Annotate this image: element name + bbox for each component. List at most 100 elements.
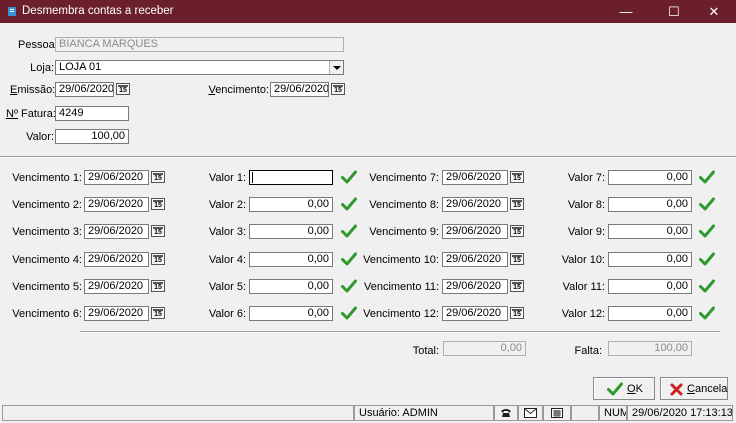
cancel-label: Cancela — [687, 383, 728, 395]
cancel-button[interactable]: Cancela — [660, 377, 728, 400]
text-cursor — [252, 172, 253, 183]
valor-row-field[interactable]: 0,00 — [249, 224, 333, 239]
total-field: 0,00 — [443, 341, 526, 356]
vencimento-row-field[interactable]: 29/06/2020 — [442, 279, 508, 294]
vencimento-row-field[interactable]: 29/06/2020 — [84, 224, 149, 239]
status-num: NUM — [599, 405, 627, 421]
calendar-icon[interactable]: 15 — [510, 280, 524, 292]
calendar-icon[interactable]: 15 — [510, 225, 524, 237]
chevron-down-icon[interactable] — [329, 61, 343, 74]
valor-row-label: Valor 12: — [561, 308, 605, 320]
valor-row-label: Valor 10: — [561, 254, 605, 266]
status-empty — [571, 405, 599, 421]
vencimento-label: Vencimento: — [208, 84, 269, 96]
valor-row-label: Valor 11: — [562, 281, 605, 293]
vencimento-row-field[interactable]: 29/06/2020 — [84, 306, 149, 321]
valor-row-label: Valor 3: — [208, 226, 246, 238]
valor-row-label: Valor 2: — [208, 199, 246, 211]
calendar-icon[interactable]: 15 — [151, 171, 165, 183]
valor-row-label: Valor 1: — [208, 172, 246, 184]
calendar-icon[interactable]: 15 — [151, 307, 165, 319]
vencimento-row-label: Vencimento 6: — [12, 308, 82, 320]
valor-row-field[interactable] — [249, 170, 333, 185]
vencimento-row-field[interactable]: 29/06/2020 — [84, 170, 149, 185]
valor-row-field[interactable]: 0,00 — [249, 306, 333, 321]
valor-row-field[interactable]: 0,00 — [608, 224, 692, 239]
vencimento-field[interactable]: 29/06/2020 — [270, 82, 329, 97]
vencimento-row-label: Vencimento 10: — [363, 254, 439, 266]
check-icon — [699, 306, 715, 320]
total-label: Total: — [412, 345, 439, 357]
calendar-icon[interactable]: 15 — [510, 171, 524, 183]
falta-field: 100,00 — [608, 341, 692, 356]
vencimento-row-label: Vencimento 2: — [12, 199, 82, 211]
loja-selected-value: LOJA 01 — [59, 61, 102, 73]
valor-row-label: Valor 7: — [567, 172, 605, 184]
valor-row-field[interactable]: 0,00 — [249, 252, 333, 267]
status-user: Usuário: ADMIN — [354, 405, 494, 421]
vencimento-row-label: Vencimento 3: — [12, 226, 82, 238]
maximize-button[interactable]: ☐ — [652, 0, 696, 23]
calendar-icon[interactable]: 15 — [151, 280, 165, 292]
calendar-icon[interactable]: 15 — [510, 253, 524, 265]
valor-row-field[interactable]: 0,00 — [608, 279, 692, 294]
status-panel — [2, 405, 354, 421]
vencimento-row-field[interactable]: 29/06/2020 — [84, 252, 149, 267]
falta-label: Falta: — [574, 345, 602, 357]
check-icon — [699, 279, 715, 293]
vencimento-row-field[interactable]: 29/06/2020 — [442, 306, 508, 321]
vencimento-row-field[interactable]: 29/06/2020 — [84, 197, 149, 212]
vencimento-row-label: Vencimento 1: — [12, 172, 82, 184]
minimize-button[interactable]: — — [604, 0, 648, 23]
valor-label: Valor: — [26, 131, 54, 143]
phone-icon[interactable] — [494, 405, 518, 421]
vencimento-row-label: Vencimento 8: — [369, 199, 439, 211]
window-title: Desmembra contas a receber — [22, 5, 174, 17]
vencimento-row-label: Vencimento 5: — [12, 281, 82, 293]
valor-row-field[interactable]: 0,00 — [608, 306, 692, 321]
vencimento-row-field[interactable]: 29/06/2020 — [84, 279, 149, 294]
valor-row-field[interactable]: 0,00 — [249, 197, 333, 212]
close-button[interactable]: ✕ — [692, 0, 736, 23]
calendar-icon[interactable]: 15 — [116, 83, 130, 95]
vencimento-row-label: Vencimento 12: — [363, 308, 439, 320]
valor-row-label: Valor 8: — [567, 199, 605, 211]
vencimento-row-label: Vencimento 9: — [369, 226, 439, 238]
vencimento-row-field[interactable]: 29/06/2020 — [442, 252, 508, 267]
check-icon — [699, 170, 715, 184]
calendar-icon[interactable]: 15 — [151, 225, 165, 237]
check-icon — [699, 197, 715, 211]
valor-row-label: Valor 9: — [567, 226, 605, 238]
calendar-icon[interactable]: 15 — [510, 198, 524, 210]
emissao-field[interactable]: 29/06/2020 — [55, 82, 114, 97]
valor-row-field[interactable]: 0,00 — [608, 170, 692, 185]
vencimento-row-field[interactable]: 29/06/2020 — [442, 197, 508, 212]
vencimento-row-label: Vencimento 11: — [363, 281, 439, 293]
pessoa-field: BIANCA MARQUES — [55, 37, 344, 52]
fatura-field[interactable]: 4249 — [55, 106, 129, 121]
cancel-x-icon — [670, 383, 683, 396]
vencimento-row-label: Vencimento 4: — [12, 254, 82, 266]
loja-label: Loja: — [30, 62, 54, 74]
mail-icon[interactable] — [518, 405, 543, 421]
valor-row-label: Valor 4: — [208, 254, 246, 266]
calendar-icon[interactable]: 15 — [510, 307, 524, 319]
divider — [80, 331, 720, 333]
calendar-icon[interactable]: 15 — [151, 198, 165, 210]
valor-row-field[interactable]: 0,00 — [249, 279, 333, 294]
valor-row-field[interactable]: 0,00 — [608, 252, 692, 267]
calendar-icon[interactable]: 15 — [331, 83, 345, 95]
vencimento-row-field[interactable]: 29/06/2020 — [442, 170, 508, 185]
valor-field[interactable]: 100,00 — [55, 129, 129, 144]
ok-button[interactable]: OK — [593, 377, 655, 400]
vencimento-row-field[interactable]: 29/06/2020 — [442, 224, 508, 239]
loja-select[interactable]: LOJA 01 — [55, 60, 344, 75]
vencimento-row-label: Vencimento 7: — [369, 172, 439, 184]
valor-row-field[interactable]: 0,00 — [608, 197, 692, 212]
check-icon — [699, 252, 715, 266]
calculator-icon[interactable] — [543, 405, 571, 421]
title-bar: Desmembra contas a receber — ☐ ✕ — [0, 0, 736, 23]
calendar-icon[interactable]: 15 — [151, 253, 165, 265]
app-icon — [8, 7, 16, 16]
fatura-label: Nº Fatura: — [6, 108, 56, 120]
